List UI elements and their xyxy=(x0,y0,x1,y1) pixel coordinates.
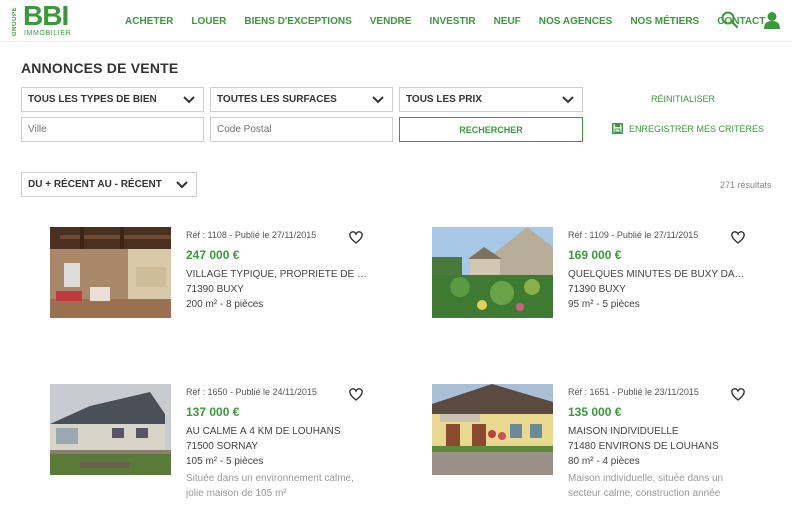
nav-nos-agences[interactable]: NOS AGENCES xyxy=(539,16,613,27)
price-select[interactable]: TOUS LES PRIX xyxy=(399,87,583,112)
search-button[interactable]: RECHERCHER xyxy=(399,117,583,142)
nav-neuf[interactable]: NEUF xyxy=(494,16,521,27)
listing-price: 135 000 € xyxy=(568,405,622,419)
listing-photo[interactable] xyxy=(432,227,553,318)
price-value: TOUS LES PRIX xyxy=(406,94,482,105)
search-icon[interactable] xyxy=(720,10,740,30)
reset-filters-link[interactable]: RÉINITIALISER xyxy=(651,94,715,104)
save-criteria-label: ENREGISTRER MES CRITÈRES xyxy=(629,123,765,134)
listing-location: 71390 BUXY xyxy=(186,284,244,295)
floppy-disk-icon xyxy=(612,123,623,134)
property-type-select[interactable]: TOUS LES TYPES DE BIEN xyxy=(21,87,204,112)
listing-card[interactable]: Réf : 1651 - Publié le 23/11/2015 135 00… xyxy=(432,384,772,524)
nav-vendre[interactable]: VENDRE xyxy=(370,16,412,27)
chevron-down-icon xyxy=(562,95,574,103)
listing-reference: Réf : 1108 - Publié le 27/11/2015 xyxy=(186,230,317,240)
listing-size: 200 m² - 8 pièces xyxy=(186,299,264,310)
nav-louer[interactable]: LOUER xyxy=(191,16,226,27)
surface-value: TOUTES LES SURFACES xyxy=(217,94,337,105)
listing-size: 105 m² - 5 pièces xyxy=(186,456,264,467)
main-nav: ACHETER LOUER BIENS D'EXCEPTIONS VENDRE … xyxy=(125,0,783,42)
nav-nos-metiers[interactable]: NOS MÉTIERS xyxy=(630,16,699,27)
heart-icon[interactable] xyxy=(731,388,745,401)
city-input[interactable] xyxy=(21,117,204,142)
site-header: GROUPE BBI IMMOBILIER ACHETER LOUER BIEN… xyxy=(0,0,792,42)
listing-photo[interactable] xyxy=(50,227,171,318)
heart-icon[interactable] xyxy=(349,388,363,401)
logo-sub: IMMOBILIER xyxy=(24,30,72,37)
property-type-value: TOUS LES TYPES DE BIEN xyxy=(28,94,157,105)
listing-title[interactable]: VILLAGE TYPIQUE, PROPRIETE DE C... xyxy=(186,269,368,280)
listing-size: 80 m² - 4 pièces xyxy=(568,456,640,467)
listing-description: Située dans un environnement calme, joli… xyxy=(186,473,354,499)
listing-reference: Réf : 1651 - Publié le 23/11/2015 xyxy=(568,387,699,397)
listing-price: 247 000 € xyxy=(186,248,240,262)
nav-acheter[interactable]: ACHETER xyxy=(125,16,173,27)
listing-price: 137 000 € xyxy=(186,405,240,419)
heart-icon[interactable] xyxy=(349,231,363,244)
listing-reference: Réf : 1650 - Publié le 24/11/2015 xyxy=(186,387,317,397)
listing-card[interactable]: Réf : 1108 - Publié le 27/11/2015 247 00… xyxy=(50,227,390,367)
bbi-logo[interactable]: GROUPE BBI IMMOBILIER xyxy=(12,0,78,38)
listing-reference: Réf : 1109 - Publié le 27/11/2015 xyxy=(568,230,699,240)
listing-photo[interactable] xyxy=(50,384,171,475)
save-criteria-link[interactable]: ENREGISTRER MES CRITÈRES xyxy=(612,123,764,134)
chevron-down-icon xyxy=(176,180,188,188)
heart-icon[interactable] xyxy=(731,231,745,244)
logo-groupe-text: GROUPE xyxy=(12,6,18,36)
nav-biens-exceptions[interactable]: BIENS D'EXCEPTIONS xyxy=(244,16,351,27)
listing-location: 71390 BUXY xyxy=(568,284,626,295)
listing-price: 169 000 € xyxy=(568,248,622,262)
user-icon[interactable] xyxy=(762,10,782,30)
sort-select[interactable]: DU + RÉCENT AU - RÉCENT xyxy=(21,172,197,197)
listing-title[interactable]: MAISON INDIVIDUELLE xyxy=(568,426,750,437)
logo-name: BBI xyxy=(23,0,69,31)
postal-code-input[interactable] xyxy=(210,117,393,142)
surface-select[interactable]: TOUTES LES SURFACES xyxy=(210,87,393,112)
sort-value: DU + RÉCENT AU - RÉCENT xyxy=(28,179,162,190)
listing-title[interactable]: QUELQUES MINUTES DE BUXY DANS ... xyxy=(568,269,750,280)
chevron-down-icon xyxy=(183,95,195,103)
listing-photo[interactable] xyxy=(432,384,553,475)
page-title: ANNONCES DE VENTE xyxy=(21,60,179,76)
listing-location: 71500 SORNAY xyxy=(186,441,259,452)
listing-description: Maison individuelle, située dans un sect… xyxy=(568,473,724,499)
chevron-down-icon xyxy=(372,95,384,103)
listing-card[interactable]: Réf : 1109 - Publié le 27/11/2015 169 00… xyxy=(432,227,772,367)
nav-investir[interactable]: INVESTIR xyxy=(429,16,475,27)
listing-card[interactable]: Réf : 1650 - Publié le 24/11/2015 137 00… xyxy=(50,384,390,524)
listing-location: 71480 ENVIRONS DE LOUHANS xyxy=(568,441,719,452)
listing-title[interactable]: AU CALME À 4 KM DE LOUHANS xyxy=(186,426,368,437)
results-count: 271 résultats xyxy=(720,180,772,190)
listing-size: 95 m² - 5 pièces xyxy=(568,299,640,310)
